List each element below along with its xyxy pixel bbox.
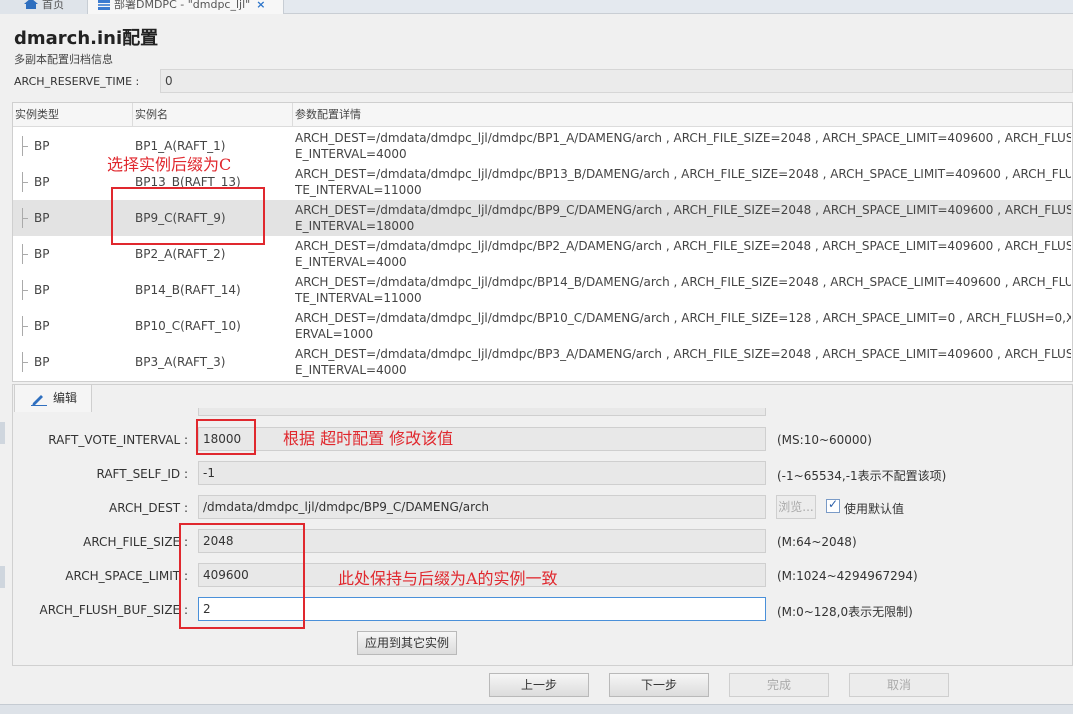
detail-line-2: E_INTERVAL=18000	[295, 219, 415, 233]
clipped-field	[198, 408, 766, 416]
tree-line	[19, 272, 29, 308]
status-bar	[0, 704, 1073, 714]
column-header-type[interactable]: 实例类型	[13, 103, 133, 127]
cell-type: BP	[34, 355, 50, 369]
tree-line	[19, 236, 29, 272]
cell-detail: ARCH_DEST=/dmdata/dmdpc_ljl/dmdpc/BP1_A/…	[295, 130, 1071, 162]
prev-button[interactable]: 上一步	[489, 673, 589, 697]
browse-button[interactable]: 浏览...	[776, 495, 816, 519]
pencil-icon	[31, 395, 47, 406]
cell-type: BP	[34, 175, 50, 189]
next-button[interactable]: 下一步	[609, 673, 709, 697]
table-row[interactable]: BP BP3_A(RAFT_3) ARCH_DEST=/dmdata/dmdpc…	[13, 344, 1072, 380]
detail-line-2: TE_INTERVAL=11000	[295, 183, 422, 197]
self-id-label: RAFT_SELF_ID :	[96, 467, 188, 481]
table-header: 实例类型 实例名 参数配置详情	[13, 103, 1072, 127]
finish-button[interactable]: 完成	[729, 673, 829, 697]
cell-detail: ARCH_DEST=/dmdata/dmdpc_ljl/dmdpc/BP14_B…	[295, 274, 1071, 306]
detail-line-1: ARCH_DEST=/dmdata/dmdpc_ljl/dmdpc/BP3_A/…	[295, 347, 1071, 361]
tab-home[interactable]: 首页	[0, 0, 88, 14]
annotation-box-instance	[111, 187, 265, 245]
vote-interval-hint: (MS:10~60000)	[777, 433, 872, 447]
cancel-button[interactable]: 取消	[849, 673, 949, 697]
close-icon[interactable]: ×	[256, 0, 265, 11]
tree-line	[19, 128, 29, 164]
flush-buf-hint: (M:0~128,0表示无限制)	[777, 605, 913, 619]
cell-name: BP3_A(RAFT_3)	[135, 355, 226, 369]
page-title: dmarch.ini配置	[14, 28, 159, 49]
vote-interval-label: RAFT_VOTE_INTERVAL :	[48, 433, 188, 447]
space-limit-label: ARCH_SPACE_LIMIT :	[65, 569, 188, 583]
detail-line-1: ARCH_DEST=/dmdata/dmdpc_ljl/dmdpc/BP10_C…	[295, 311, 1071, 325]
annotation-timeout: 根据 超时配置 修改该值	[283, 429, 454, 448]
self-id-input[interactable]: -1	[198, 461, 766, 485]
table-row[interactable]: BP BP10_C(RAFT_10) ARCH_DEST=/dmdata/dmd…	[13, 308, 1072, 344]
cell-detail: ARCH_DEST=/dmdata/dmdpc_ljl/dmdpc/BP10_C…	[295, 310, 1071, 342]
cell-detail: ARCH_DEST=/dmdata/dmdpc_ljl/dmdpc/BP13_B…	[295, 166, 1071, 198]
config-icon	[98, 0, 110, 10]
edge-marker	[0, 566, 5, 588]
cell-detail: ARCH_DEST=/dmdata/dmdpc_ljl/dmdpc/BP2_A/…	[295, 238, 1071, 270]
reserve-time-input[interactable]: 0	[160, 69, 1073, 93]
column-header-name[interactable]: 实例名	[133, 103, 293, 127]
cell-type: BP	[34, 283, 50, 297]
detail-line-2: E_INTERVAL=4000	[295, 147, 407, 161]
tab-deploy[interactable]: 部署DMDPC - "dmdpc_ljl" ×	[88, 0, 284, 14]
file-size-hint: (M:64~2048)	[777, 535, 857, 549]
flush-buf-label: ARCH_FLUSH_BUF_SIZE :	[39, 603, 189, 617]
use-default-checkbox[interactable]: ✓	[826, 497, 840, 513]
detail-line-2: ERVAL=1000	[295, 327, 374, 341]
detail-line-2: E_INTERVAL=4000	[295, 363, 407, 377]
column-header-detail[interactable]: 参数配置详情	[293, 103, 1072, 127]
tab-deploy-label: 部署DMDPC - "dmdpc_ljl"	[114, 0, 251, 11]
table-row[interactable]: BP BP14_B(RAFT_14) ARCH_DEST=/dmdata/dmd…	[13, 272, 1072, 308]
detail-line-2: E_INTERVAL=4000	[295, 255, 407, 269]
cell-type: BP	[34, 319, 50, 333]
annotation-select-c: 选择实例后缀为C	[107, 155, 232, 174]
detail-line-2: TE_INTERVAL=11000	[295, 291, 422, 305]
file-size-label: ARCH_FILE_SIZE :	[83, 535, 188, 549]
page-subtitle: 多副本配置归档信息	[14, 53, 113, 66]
cell-name: BP10_C(RAFT_10)	[135, 319, 241, 333]
detail-line-1: ARCH_DEST=/dmdata/dmdpc_ljl/dmdpc/BP9_C/…	[295, 203, 1071, 217]
detail-line-1: ARCH_DEST=/dmdata/dmdpc_ljl/dmdpc/BP14_B…	[295, 275, 1071, 289]
cell-name: BP14_B(RAFT_14)	[135, 283, 241, 297]
tab-edit-label: 编辑	[53, 391, 78, 405]
cell-detail: ARCH_DEST=/dmdata/dmdpc_ljl/dmdpc/BP3_A/…	[295, 346, 1071, 378]
detail-line-1: ARCH_DEST=/dmdata/dmdpc_ljl/dmdpc/BP2_A/…	[295, 239, 1071, 253]
tab-strip: 首页 部署DMDPC - "dmdpc_ljl" ×	[0, 0, 1073, 14]
home-icon	[24, 0, 38, 9]
tab-home-label: 首页	[42, 0, 64, 11]
reserve-time-label: ARCH_RESERVE_TIME :	[14, 75, 140, 88]
arch-dest-input[interactable]: /dmdata/dmdpc_ljl/dmdpc/BP9_C/DAMENG/arc…	[198, 495, 766, 519]
tree-line	[19, 200, 29, 236]
cell-type: BP	[34, 139, 50, 153]
check-icon: ✓	[828, 497, 839, 511]
annotation-keep-same: 此处保持与后缀为A的实例一致	[338, 569, 558, 588]
edge-marker	[0, 422, 5, 444]
annotation-box-sizes	[179, 523, 305, 629]
use-default-label: 使用默认值	[844, 502, 905, 516]
self-id-hint: (-1~65534,-1表示不配置该项)	[777, 469, 947, 483]
tree-line	[19, 164, 29, 200]
annotation-box-vote	[196, 419, 256, 455]
detail-line-1: ARCH_DEST=/dmdata/dmdpc_ljl/dmdpc/BP13_B…	[295, 167, 1071, 181]
cell-detail: ARCH_DEST=/dmdata/dmdpc_ljl/dmdpc/BP9_C/…	[295, 202, 1071, 234]
cell-type: BP	[34, 211, 50, 225]
arch-dest-label: ARCH_DEST :	[109, 501, 188, 515]
tree-line	[19, 344, 29, 380]
tree-line	[19, 308, 29, 344]
detail-line-1: ARCH_DEST=/dmdata/dmdpc_ljl/dmdpc/BP1_A/…	[295, 131, 1071, 145]
cell-type: BP	[34, 247, 50, 261]
space-limit-hint: (M:1024~4294967294)	[777, 569, 918, 583]
tab-edit[interactable]: 编辑	[14, 384, 92, 412]
apply-to-others-button[interactable]: 应用到其它实例	[357, 631, 457, 655]
